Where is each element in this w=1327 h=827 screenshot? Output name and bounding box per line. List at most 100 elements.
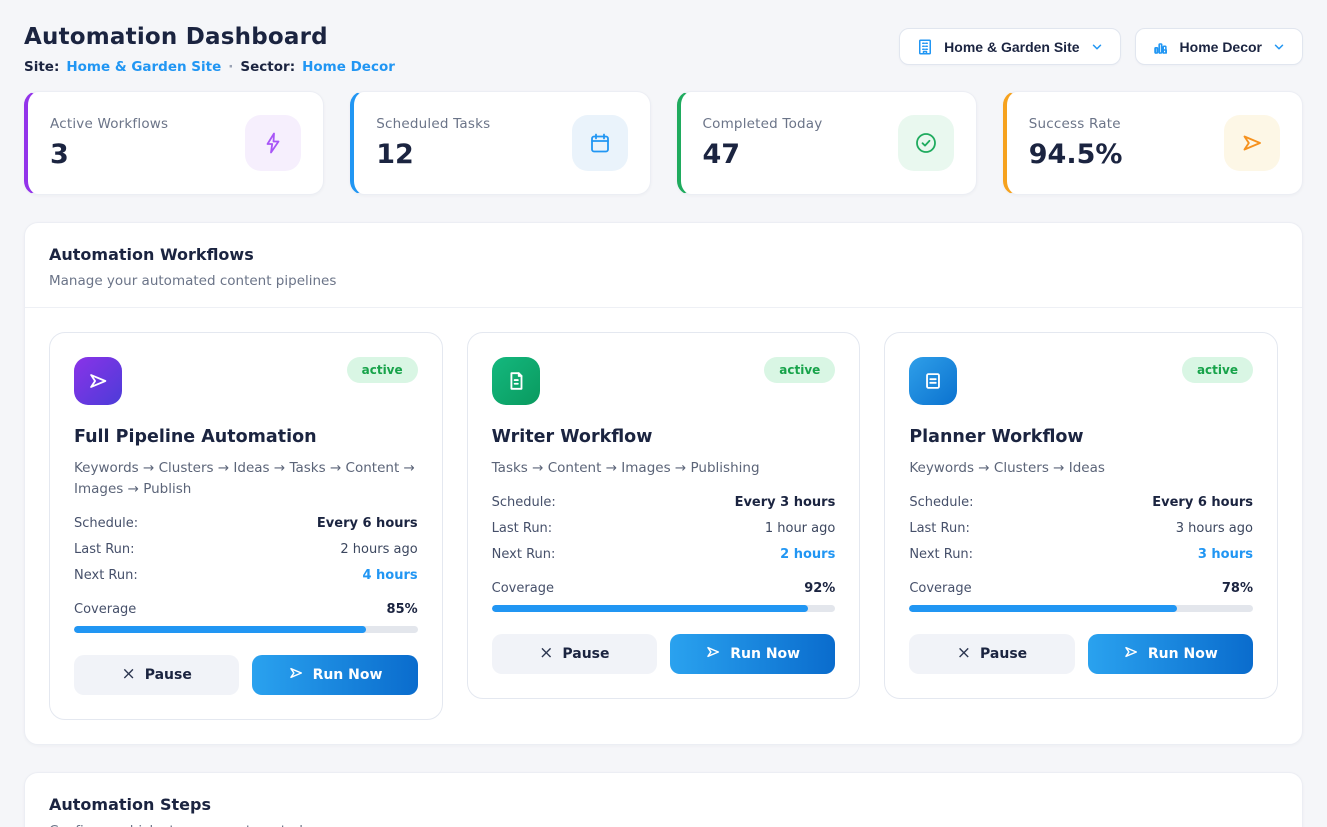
workflows-panel-body: active Full Pipeline Automation Keywords… <box>25 308 1302 744</box>
building-icon <box>916 38 934 56</box>
workflow-actions: × Pause Run Now <box>74 655 418 695</box>
stat-card-scheduled-tasks: Scheduled Tasks 12 <box>350 91 650 195</box>
workflows-panel: Automation Workflows Manage your automat… <box>24 222 1303 745</box>
site-link[interactable]: Home & Garden Site <box>66 59 221 75</box>
next-run-value: 2 hours <box>780 547 835 562</box>
status-badge: active <box>347 357 418 383</box>
status-badge: active <box>1182 357 1253 383</box>
bar-chart-icon <box>1152 38 1170 56</box>
stat-label: Success Rate <box>1029 116 1123 132</box>
separator-dot: · <box>228 59 233 75</box>
last-run-row: Last Run: 2 hours ago <box>74 542 418 557</box>
coverage-progress-track <box>74 626 418 633</box>
send-icon <box>288 665 304 685</box>
sector-label: Sector: <box>240 59 295 75</box>
coverage-value: 85% <box>387 602 418 617</box>
coverage-label: Coverage <box>492 581 554 596</box>
header-selectors: Home & Garden Site Home Decor <box>899 28 1303 65</box>
schedule-value: Every 6 hours <box>317 516 418 531</box>
workflow-title: Full Pipeline Automation <box>74 427 418 447</box>
stat-label: Active Workflows <box>50 116 168 132</box>
workflow-meta: Schedule: Every 3 hours Last Run: 1 hour… <box>492 495 836 562</box>
page-title: Automation Dashboard <box>24 24 395 50</box>
schedule-label: Schedule: <box>74 516 138 531</box>
workflow-pipeline: Keywords → Clusters → Ideas → Tasks → Co… <box>74 458 418 500</box>
next-run-value: 3 hours <box>1198 547 1253 562</box>
document-icon <box>492 357 540 405</box>
last-run-value: 1 hour ago <box>765 521 835 536</box>
stat-value: 12 <box>376 139 490 170</box>
steps-subtitle: Configure which steps are automated <box>49 823 1278 827</box>
workflow-card-writer: active Writer Workflow Tasks → Content →… <box>467 332 861 699</box>
workflow-grid: active Full Pipeline Automation Keywords… <box>49 332 1278 720</box>
run-now-button[interactable]: Run Now <box>252 655 417 695</box>
last-run-label: Last Run: <box>492 521 553 536</box>
last-run-row: Last Run: 3 hours ago <box>909 521 1253 536</box>
workflow-card-planner: active Planner Workflow Keywords → Clust… <box>884 332 1278 699</box>
workflow-meta: Schedule: Every 6 hours Last Run: 2 hour… <box>74 516 418 583</box>
schedule-value: Every 3 hours <box>735 495 836 510</box>
last-run-label: Last Run: <box>909 521 970 536</box>
workflow-card-top: active <box>492 357 836 405</box>
coverage-progress-fill <box>74 626 366 633</box>
close-icon: × <box>957 645 971 662</box>
coverage-value: 92% <box>804 581 835 596</box>
run-now-button[interactable]: Run Now <box>670 634 835 674</box>
coverage-label: Coverage <box>909 581 971 596</box>
next-run-label: Next Run: <box>74 568 138 583</box>
send-icon <box>705 644 721 664</box>
header-left: Automation Dashboard Site: Home & Garden… <box>24 24 395 75</box>
coverage-label: Coverage <box>74 602 136 617</box>
run-now-label: Run Now <box>313 667 383 683</box>
run-now-label: Run Now <box>1148 646 1218 662</box>
schedule-label: Schedule: <box>909 495 973 510</box>
chevron-down-icon <box>1090 40 1104 54</box>
workflow-card-full-pipeline: active Full Pipeline Automation Keywords… <box>49 332 443 720</box>
pause-button[interactable]: × Pause <box>74 655 239 695</box>
schedule-label: Schedule: <box>492 495 556 510</box>
run-now-label: Run Now <box>730 646 800 662</box>
sector-selector-label: Home Decor <box>1180 39 1262 55</box>
stat-value: 3 <box>50 139 168 170</box>
stat-card-active-workflows: Active Workflows 3 <box>24 91 324 195</box>
check-circle-icon <box>898 115 954 171</box>
breadcrumb: Site: Home & Garden Site · Sector: Home … <box>24 59 395 75</box>
workflow-actions: × Pause Run Now <box>492 634 836 674</box>
workflows-panel-header: Automation Workflows Manage your automat… <box>25 223 1302 308</box>
sector-link[interactable]: Home Decor <box>302 59 395 75</box>
schedule-row: Schedule: Every 6 hours <box>74 516 418 531</box>
schedule-value: Every 6 hours <box>1152 495 1253 510</box>
send-icon <box>1123 644 1139 664</box>
next-run-row: Next Run: 3 hours <box>909 547 1253 562</box>
schedule-row: Schedule: Every 6 hours <box>909 495 1253 510</box>
pause-button[interactable]: × Pause <box>909 634 1074 674</box>
stat-text: Success Rate 94.5% <box>1029 116 1123 170</box>
next-run-row: Next Run: 4 hours <box>74 568 418 583</box>
stats-row: Active Workflows 3 Scheduled Tasks 12 Co… <box>24 91 1303 195</box>
automation-steps-panel: Automation Steps Configure which steps a… <box>24 772 1303 827</box>
send-icon <box>74 357 122 405</box>
workflows-title: Automation Workflows <box>49 245 1278 264</box>
last-run-label: Last Run: <box>74 542 135 557</box>
workflow-meta: Schedule: Every 6 hours Last Run: 3 hour… <box>909 495 1253 562</box>
pause-label: Pause <box>145 667 192 683</box>
workflow-pipeline: Keywords → Clusters → Ideas <box>909 458 1253 479</box>
run-now-button[interactable]: Run Now <box>1088 634 1253 674</box>
page-header: Automation Dashboard Site: Home & Garden… <box>24 24 1303 75</box>
site-selector-dropdown[interactable]: Home & Garden Site <box>899 28 1120 65</box>
workflow-title: Writer Workflow <box>492 427 836 447</box>
status-badge: active <box>764 357 835 383</box>
stat-value: 47 <box>703 139 823 170</box>
schedule-row: Schedule: Every 3 hours <box>492 495 836 510</box>
coverage-progress-fill <box>909 605 1177 612</box>
stat-card-completed-today: Completed Today 47 <box>677 91 977 195</box>
sector-selector-dropdown[interactable]: Home Decor <box>1135 28 1303 65</box>
stat-text: Active Workflows 3 <box>50 116 168 170</box>
coverage-row: Coverage 85% <box>74 602 418 617</box>
next-run-label: Next Run: <box>909 547 973 562</box>
coverage-progress-track <box>909 605 1253 612</box>
pause-button[interactable]: × Pause <box>492 634 657 674</box>
stat-text: Scheduled Tasks 12 <box>376 116 490 170</box>
workflow-pipeline: Tasks → Content → Images → Publishing <box>492 458 836 479</box>
coverage-progress-fill <box>492 605 808 612</box>
